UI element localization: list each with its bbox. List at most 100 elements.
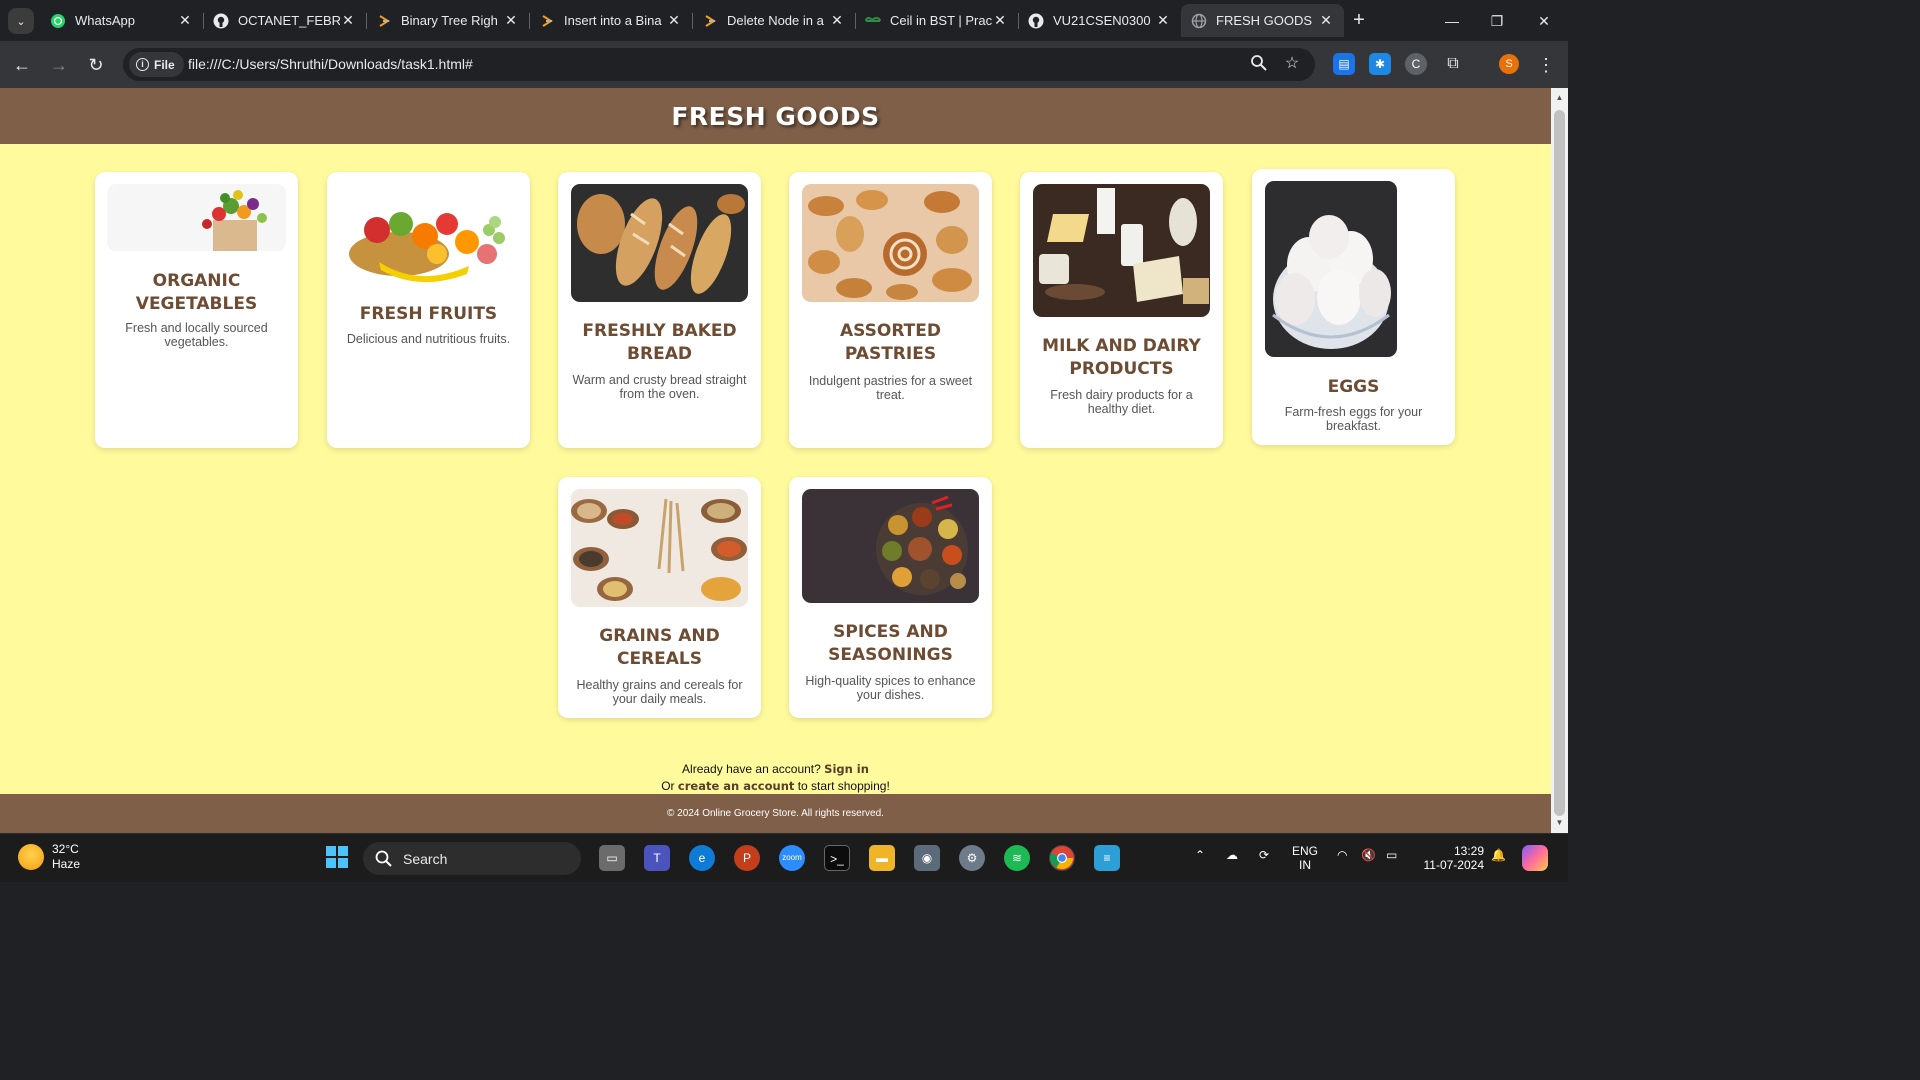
product-title: ORGANIC VEGETABLES [135, 271, 258, 314]
close-icon[interactable]: ✕ [992, 12, 1008, 29]
restore-button[interactable]: ❐ [1484, 8, 1510, 34]
extensions-puzzle-icon[interactable]: ⧉ [1442, 53, 1464, 75]
product-card-organic-vegetables[interactable]: ORGANIC VEGETABLES Fresh and locally sou… [95, 172, 298, 448]
product-title: MILK AND DAIRY PRODUCTS [1042, 336, 1201, 379]
edge-icon[interactable]: e [689, 845, 715, 871]
product-card-assorted-pastries[interactable]: ASSORTED PASTRIES Indulgent pastries for… [789, 172, 992, 448]
camera-icon[interactable]: ◉ [914, 845, 940, 871]
product-card-eggs[interactable]: EGGS Farm-fresh eggs for your breakfast. [1252, 169, 1455, 445]
product-title: GRAINS AND CEREALS [599, 626, 720, 669]
product-description: Indulgent pastries for a sweet treat. [808, 374, 973, 402]
product-card-freshly-baked-bread[interactable]: FRESHLY BAKED BREAD Warm and crusty brea… [558, 172, 761, 448]
settings-gear-icon[interactable]: ⚙ [959, 845, 985, 871]
tab-strip: ⌄ WhatsApp ✕ OCTANET_FEBRU ✕ Binary Tree… [0, 0, 1568, 41]
product-description: Warm and crusty bread straight from the … [572, 373, 747, 401]
gfg-icon [865, 13, 881, 29]
close-icon[interactable]: ✕ [503, 12, 519, 29]
new-tab-button[interactable]: + [1348, 9, 1370, 31]
product-card-fresh-fruits[interactable]: FRESH FRUITS Delicious and nutritious fr… [327, 172, 530, 448]
coding-site-icon [702, 13, 718, 29]
show-hidden-icons-chevron-icon[interactable]: ⌃ [1195, 848, 1205, 862]
notification-bell-icon[interactable]: 🔔 [1491, 848, 1506, 862]
product-description: Fresh dairy products for a healthy diet. [1050, 388, 1193, 416]
create-account-prompt: Or create an account to start shopping! [661, 779, 890, 793]
wifi-icon[interactable]: ◠ [1337, 848, 1347, 862]
taskbar-search[interactable]: Search [363, 842, 581, 875]
scroll-up-arrow-icon[interactable]: ▲ [1551, 90, 1568, 106]
product-card-milk-and-dairy[interactable]: MILK AND DAIRY PRODUCTS Fresh dairy prod… [1020, 172, 1223, 448]
product-title: SPICES AND SEASONINGS [828, 622, 953, 665]
teams-icon[interactable]: T [644, 845, 670, 871]
zoom-icon[interactable]: zoom [779, 845, 805, 871]
spotify-icon[interactable]: ≋ [1004, 845, 1030, 871]
url-text[interactable]: file:///C:/Users/Shruthi/Downloads/task1… [188, 56, 473, 72]
terminal-icon[interactable]: >_ [824, 845, 850, 871]
chrome-icon[interactable] [1049, 845, 1075, 871]
search-icon [375, 850, 392, 867]
product-title: FRESH FRUITS [359, 304, 498, 324]
close-window-button[interactable]: ✕ [1531, 8, 1557, 34]
tab-whatsapp[interactable]: WhatsApp ✕ [40, 4, 203, 37]
bookmark-star-icon[interactable]: ☆ [1282, 54, 1302, 74]
tab-insert-bst[interactable]: Insert into a Bina ✕ [529, 4, 692, 37]
profile-avatar[interactable]: S [1499, 54, 1519, 74]
powerpoint-icon[interactable]: P [734, 845, 760, 871]
tab-binary-tree-right[interactable]: Binary Tree Righ ✕ [366, 4, 529, 37]
clock[interactable]: 13:29 11-07-2024 [1420, 844, 1485, 872]
tab-delete-node[interactable]: Delete Node in a ✕ [692, 4, 855, 37]
close-icon[interactable]: ✕ [1155, 12, 1171, 29]
dairy-image [1033, 184, 1210, 317]
product-card-grains-and-cereals[interactable]: GRAINS AND CEREALS Healthy grains and ce… [558, 477, 761, 718]
page-scrollbar[interactable]: ▲ ▼ [1551, 88, 1568, 833]
vegetables-image [107, 184, 286, 251]
extension-icon[interactable]: ✱ [1369, 53, 1391, 75]
tab-github-octanet[interactable]: OCTANET_FEBRU ✕ [203, 4, 366, 37]
address-bar[interactable]: i File file:///C:/Users/Shruthi/Download… [123, 48, 1315, 81]
copilot-icon[interactable] [1522, 845, 1548, 871]
sign-in-link[interactable]: Sign in [824, 762, 869, 776]
sync-icon[interactable]: ⟳ [1259, 848, 1269, 862]
minimize-button[interactable]: — [1439, 8, 1465, 34]
reload-button[interactable]: ↻ [83, 52, 109, 78]
forward-button[interactable]: → [46, 52, 72, 78]
globe-icon [1191, 13, 1207, 29]
product-description: Fresh and locally sourced vegetables. [125, 321, 268, 349]
close-icon[interactable]: ✕ [666, 12, 682, 29]
language-indicator[interactable]: ENG IN [1292, 844, 1318, 872]
grains-image [571, 489, 748, 607]
battery-icon[interactable]: ▭ [1386, 848, 1397, 862]
close-icon[interactable]: ✕ [340, 12, 356, 29]
notepad-icon[interactable]: ≡ [1094, 845, 1120, 871]
product-description: Farm-fresh eggs for your breakfast. [1284, 405, 1423, 433]
onedrive-cloud-icon[interactable]: ☁ [1226, 848, 1238, 862]
weather-widget[interactable]: 32°C Haze [18, 842, 80, 872]
create-account-link[interactable]: create an account [678, 779, 794, 793]
haze-weather-icon [18, 844, 44, 870]
menu-kebab-icon[interactable]: ⋮ [1533, 52, 1559, 78]
eggs-image [1265, 181, 1397, 357]
tab-ceil-in-bst[interactable]: Ceil in BST | Prac ✕ [855, 4, 1018, 37]
zoom-icon[interactable] [1249, 54, 1269, 74]
site-info-chip[interactable]: i File [129, 52, 184, 77]
tab-github-vu21[interactable]: VU21CSEN0300 ✕ [1018, 4, 1181, 37]
bread-image [571, 184, 748, 302]
close-icon[interactable]: ✕ [1318, 12, 1334, 29]
fruits-image [339, 184, 518, 286]
copyright-extension-icon[interactable]: C [1405, 53, 1427, 75]
scroll-down-arrow-icon[interactable]: ▼ [1551, 815, 1568, 831]
volume-muted-icon[interactable]: 🔇 [1361, 848, 1376, 862]
tab-search-button[interactable]: ⌄ [8, 8, 34, 34]
close-icon[interactable]: ✕ [177, 12, 193, 29]
tab-fresh-goods[interactable]: FRESH GOODS ✕ [1181, 4, 1344, 37]
docs-extension-icon[interactable]: ▤ [1333, 53, 1355, 75]
file-explorer-icon[interactable]: ▬ [869, 845, 895, 871]
browser-toolbar: ← → ↻ i File file:///C:/Users/Shruthi/Do… [0, 41, 1568, 88]
product-title: FRESHLY BAKED BREAD [582, 321, 737, 364]
product-card-spices-and-seasonings[interactable]: SPICES AND SEASONINGS High-quality spice… [789, 477, 992, 718]
windows-start-icon[interactable] [324, 845, 350, 871]
copyright-text: © 2024 Online Grocery Store. All rights … [667, 808, 884, 819]
back-button[interactable]: ← [9, 52, 35, 78]
task-view-icon[interactable]: ▭ [599, 845, 625, 871]
close-icon[interactable]: ✕ [829, 12, 845, 29]
scrollbar-thumb[interactable] [1554, 110, 1565, 816]
